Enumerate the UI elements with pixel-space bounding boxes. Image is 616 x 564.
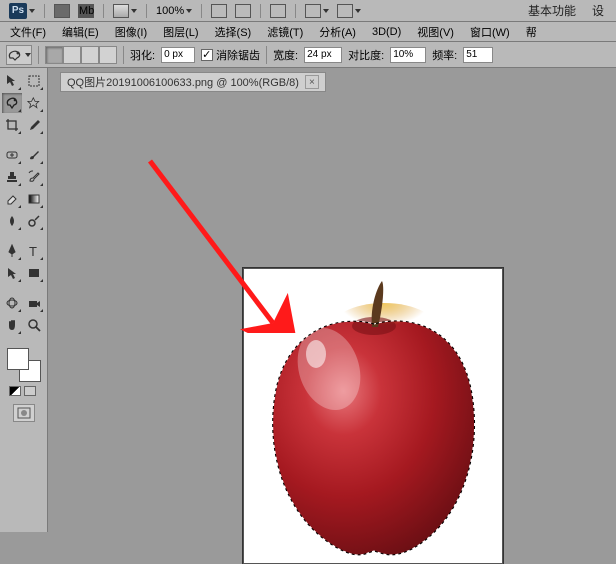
tool-blur[interactable]: [2, 211, 22, 231]
tool-pen[interactable]: [2, 241, 22, 261]
menu-layer[interactable]: 图层(L): [157, 22, 204, 42]
feather-label: 羽化:: [130, 47, 155, 63]
menu-bar: 文件(F) 编辑(E) 图像(I) 图层(L) 选择(S) 滤镜(T) 分析(A…: [0, 22, 616, 42]
selection-mode-new[interactable]: [45, 46, 63, 64]
document-tab[interactable]: QQ图片20191006100633.png @ 100%(RGB/8) ×: [60, 72, 326, 92]
hand-tool-button[interactable]: [208, 2, 230, 20]
tool-3d-rotate[interactable]: [2, 293, 22, 313]
tool-healing[interactable]: [2, 145, 22, 165]
menu-filter[interactable]: 滤镜(T): [261, 22, 309, 42]
menu-edit[interactable]: 编辑(E): [56, 22, 105, 42]
document-title: QQ图片20191006100633.png @ 100%(RGB/8): [67, 74, 299, 90]
tool-dodge[interactable]: [24, 211, 44, 231]
tool-3d-camera[interactable]: [24, 293, 44, 313]
tool-quick-select[interactable]: [24, 93, 44, 113]
close-tab-button[interactable]: ×: [305, 75, 319, 89]
frequency-input[interactable]: [463, 47, 493, 63]
current-tool-indicator[interactable]: [6, 45, 32, 65]
magnetic-lasso-icon: [7, 48, 23, 62]
workspace-design[interactable]: 设: [592, 2, 604, 19]
workspace-essentials[interactable]: 基本功能: [528, 2, 576, 19]
launch-bridge-button[interactable]: [51, 2, 73, 20]
tool-stamp[interactable]: [2, 167, 22, 187]
screen-mode-button[interactable]: [334, 2, 364, 20]
tool-options-bar: 羽化: 消除锯齿 宽度: 对比度: 频率:: [0, 42, 616, 68]
menu-file[interactable]: 文件(F): [4, 22, 52, 42]
tool-marquee[interactable]: [24, 71, 44, 91]
menu-view[interactable]: 视图(V): [411, 22, 460, 42]
tool-eyedropper[interactable]: [24, 115, 44, 135]
tool-gradient[interactable]: [24, 189, 44, 209]
quick-mask-icon: [17, 407, 31, 419]
frequency-label: 频率:: [432, 47, 457, 63]
svg-text:T: T: [29, 244, 37, 258]
foreground-color-swatch[interactable]: [7, 348, 29, 370]
tool-crop[interactable]: [2, 115, 22, 135]
tool-lasso[interactable]: [2, 93, 22, 113]
antialias-checkbox[interactable]: 消除锯齿: [201, 47, 260, 63]
selection-mode-add[interactable]: [63, 46, 81, 64]
menu-help[interactable]: 帮: [520, 22, 543, 42]
swap-colors-button[interactable]: [24, 386, 36, 396]
contrast-input[interactable]: [390, 47, 426, 63]
canvas-area: QQ图片20191006100633.png @ 100%(RGB/8) ×: [48, 68, 616, 532]
mini-bridge-button[interactable]: Mb: [75, 2, 97, 20]
tool-type[interactable]: T: [24, 241, 44, 261]
view-extras-button[interactable]: [110, 2, 140, 20]
zoom-tool-button[interactable]: [232, 2, 254, 20]
default-colors-button[interactable]: [9, 386, 21, 396]
tool-history-brush[interactable]: [24, 167, 44, 187]
tool-move[interactable]: [2, 71, 22, 91]
zoom-level-button[interactable]: 100%: [153, 2, 195, 20]
menu-select[interactable]: 选择(S): [209, 22, 258, 42]
contrast-label: 对比度:: [348, 47, 384, 63]
menu-analysis[interactable]: 分析(A): [313, 22, 362, 42]
color-wells: [2, 341, 45, 425]
apple-image: [244, 269, 503, 564]
tool-path-select[interactable]: [2, 263, 22, 283]
app-top-strip: Ps Mb 100% 基本功能 设: [0, 0, 616, 22]
tool-hand[interactable]: [2, 315, 22, 335]
menu-3d[interactable]: 3D(D): [366, 24, 407, 40]
selection-mode-group: [45, 46, 117, 64]
tools-panel: T: [0, 68, 48, 532]
menu-window[interactable]: 窗口(W): [464, 22, 516, 42]
feather-input[interactable]: [161, 47, 195, 63]
quick-mask-button[interactable]: [13, 404, 35, 422]
tool-eraser[interactable]: [2, 189, 22, 209]
tool-brush[interactable]: [24, 145, 44, 165]
selection-mode-intersect[interactable]: [99, 46, 117, 64]
rotate-view-button[interactable]: [267, 2, 289, 20]
tool-zoom[interactable]: [24, 315, 44, 335]
arrange-docs-button[interactable]: [302, 2, 332, 20]
selection-mode-subtract[interactable]: [81, 46, 99, 64]
app-logo[interactable]: Ps: [6, 2, 38, 20]
document-canvas[interactable]: [243, 268, 503, 564]
menu-image[interactable]: 图像(I): [109, 22, 153, 42]
tool-rectangle[interactable]: [24, 263, 44, 283]
width-label: 宽度:: [273, 47, 298, 63]
width-input[interactable]: [304, 47, 342, 63]
